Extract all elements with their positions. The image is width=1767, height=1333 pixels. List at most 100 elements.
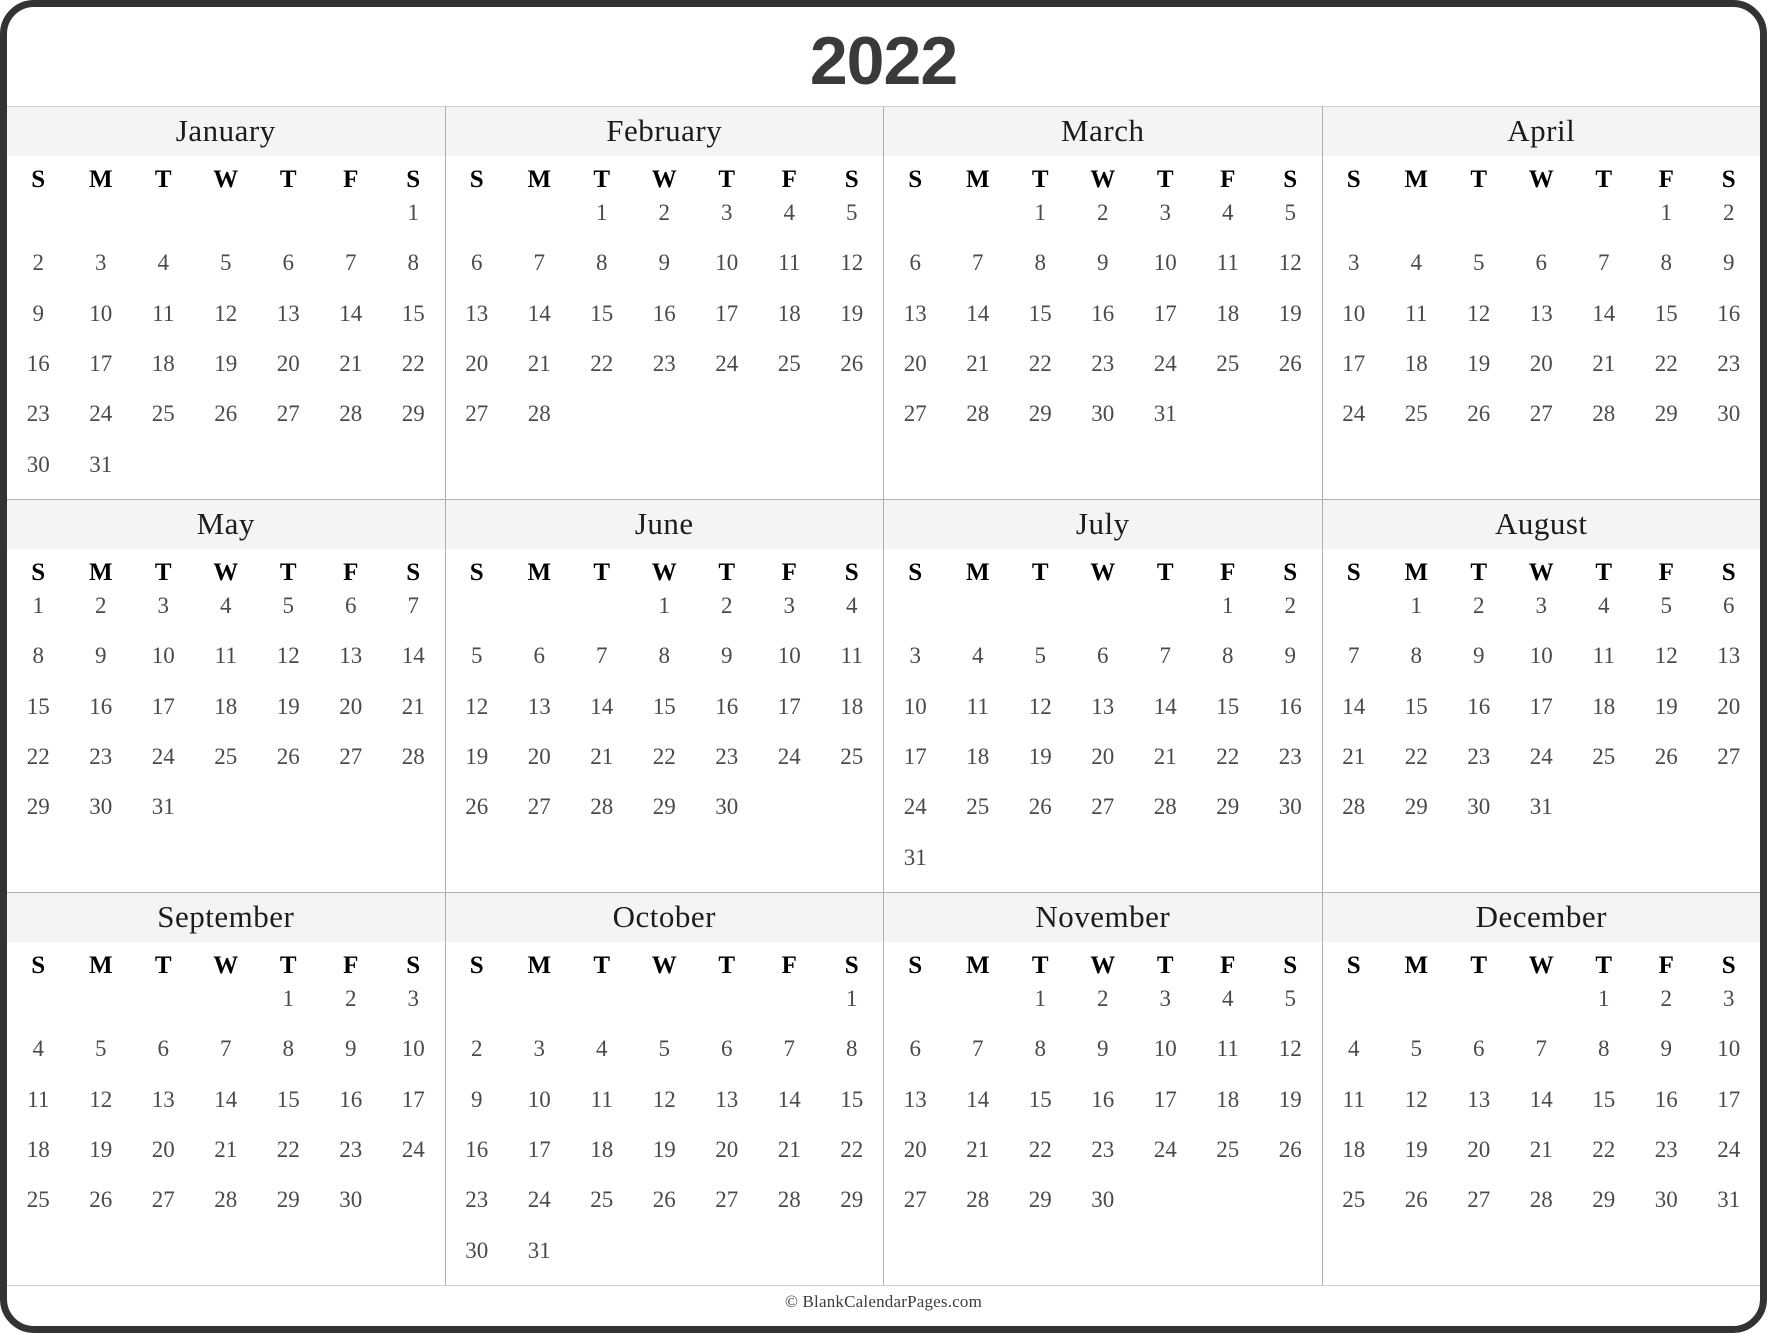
day-cell[interactable]: 4 (195, 590, 258, 640)
day-cell[interactable]: 30 (1698, 398, 1761, 448)
day-cell[interactable]: 12 (1259, 1033, 1322, 1083)
day-cell[interactable]: 11 (1385, 298, 1448, 348)
day-cell[interactable]: 18 (195, 691, 258, 741)
day-cell[interactable]: 27 (508, 791, 571, 841)
day-cell[interactable]: 2 (1448, 590, 1511, 640)
day-cell[interactable]: 7 (320, 247, 383, 297)
day-cell[interactable]: 2 (446, 1033, 509, 1083)
day-cell[interactable]: 22 (257, 1134, 320, 1184)
day-cell[interactable]: 31 (508, 1235, 571, 1285)
day-cell[interactable]: 15 (1635, 298, 1698, 348)
day-cell[interactable]: 2 (70, 590, 133, 640)
day-cell[interactable]: 26 (70, 1184, 133, 1234)
day-cell[interactable]: 16 (1072, 1084, 1135, 1134)
day-cell[interactable]: 2 (1635, 983, 1698, 1033)
day-cell[interactable]: 31 (1510, 791, 1573, 841)
day-cell[interactable]: 14 (508, 298, 571, 348)
day-cell[interactable]: 20 (1448, 1134, 1511, 1184)
day-cell[interactable]: 18 (821, 691, 884, 741)
day-cell[interactable]: 15 (1009, 1084, 1072, 1134)
day-cell[interactable]: 23 (1698, 348, 1761, 398)
day-cell[interactable]: 13 (1072, 691, 1135, 741)
day-cell[interactable]: 1 (1573, 983, 1636, 1033)
day-cell[interactable]: 7 (1323, 640, 1386, 690)
day-cell[interactable]: 28 (1573, 398, 1636, 448)
day-cell[interactable]: 15 (1009, 298, 1072, 348)
day-cell[interactable]: 10 (1134, 1033, 1197, 1083)
day-cell[interactable]: 12 (446, 691, 509, 741)
day-cell[interactable]: 2 (1259, 590, 1322, 640)
day-cell[interactable]: 8 (633, 640, 696, 690)
day-cell[interactable]: 24 (1134, 1134, 1197, 1184)
day-cell[interactable]: 1 (1009, 197, 1072, 247)
day-cell[interactable]: 13 (1448, 1084, 1511, 1134)
day-cell[interactable]: 12 (1259, 247, 1322, 297)
day-cell[interactable]: 17 (1510, 691, 1573, 741)
day-cell[interactable]: 29 (1573, 1184, 1636, 1234)
day-cell[interactable]: 13 (1510, 298, 1573, 348)
month-october[interactable]: October S M T W T F S 1 2 3 4 5 6 7 8 9 10 11 12 13 14 15 16 17 1… (445, 893, 884, 1285)
day-cell[interactable]: 16 (633, 298, 696, 348)
day-cell[interactable]: 5 (821, 197, 884, 247)
day-cell[interactable]: 12 (195, 298, 258, 348)
day-cell[interactable]: 22 (382, 348, 445, 398)
day-cell[interactable]: 13 (132, 1084, 195, 1134)
day-cell[interactable]: 13 (320, 640, 383, 690)
day-cell[interactable]: 11 (571, 1084, 634, 1134)
day-cell[interactable]: 23 (446, 1184, 509, 1234)
day-cell[interactable]: 4 (1385, 247, 1448, 297)
day-cell[interactable]: 3 (132, 590, 195, 640)
day-cell[interactable]: 14 (320, 298, 383, 348)
day-cell[interactable]: 29 (257, 1184, 320, 1234)
day-cell[interactable]: 14 (758, 1084, 821, 1134)
day-cell[interactable]: 5 (446, 640, 509, 690)
day-cell[interactable]: 3 (1134, 197, 1197, 247)
day-cell[interactable]: 8 (1635, 247, 1698, 297)
day-cell[interactable]: 5 (1385, 1033, 1448, 1083)
day-cell[interactable]: 23 (1072, 1134, 1135, 1184)
day-cell[interactable]: 25 (1197, 348, 1260, 398)
day-cell[interactable]: 16 (1259, 691, 1322, 741)
day-cell[interactable]: 30 (320, 1184, 383, 1234)
day-cell[interactable]: 2 (1072, 197, 1135, 247)
month-march[interactable]: March S M T W T F S 1 2 3 4 5 6 7 8 9 10 11 12 13 14 15 16 17 18 1… (884, 107, 1323, 499)
day-cell[interactable]: 20 (884, 1134, 947, 1184)
day-cell[interactable]: 29 (1635, 398, 1698, 448)
day-cell[interactable]: 11 (758, 247, 821, 297)
day-cell[interactable]: 9 (1698, 247, 1761, 297)
day-cell[interactable]: 10 (1510, 640, 1573, 690)
day-cell[interactable]: 12 (1635, 640, 1698, 690)
day-cell[interactable]: 11 (947, 691, 1010, 741)
day-cell[interactable]: 8 (1573, 1033, 1636, 1083)
day-cell[interactable]: 2 (7, 247, 70, 297)
day-cell[interactable]: 3 (1510, 590, 1573, 640)
day-cell[interactable]: 7 (1510, 1033, 1573, 1083)
day-cell[interactable]: 5 (1635, 590, 1698, 640)
day-cell[interactable]: 20 (132, 1134, 195, 1184)
day-cell[interactable]: 19 (1009, 741, 1072, 791)
day-cell[interactable]: 9 (696, 640, 759, 690)
month-july[interactable]: July S M T W T F S 1 2 3 4 5 6 7 8 9 10 11 12 13 14 15 16 17 18 19… (884, 500, 1323, 892)
day-cell[interactable]: 9 (633, 247, 696, 297)
day-cell[interactable]: 26 (1259, 348, 1322, 398)
day-cell[interactable]: 22 (1635, 348, 1698, 398)
day-cell[interactable]: 24 (508, 1184, 571, 1234)
day-cell[interactable]: 20 (884, 348, 947, 398)
day-cell[interactable]: 30 (446, 1235, 509, 1285)
day-cell[interactable]: 16 (7, 348, 70, 398)
day-cell[interactable]: 4 (7, 1033, 70, 1083)
day-cell[interactable]: 17 (696, 298, 759, 348)
day-cell[interactable]: 25 (195, 741, 258, 791)
day-cell[interactable]: 31 (132, 791, 195, 841)
day-cell[interactable]: 27 (1448, 1184, 1511, 1234)
day-cell[interactable]: 21 (1573, 348, 1636, 398)
day-cell[interactable]: 9 (446, 1084, 509, 1134)
day-cell[interactable]: 17 (1323, 348, 1386, 398)
day-cell[interactable]: 29 (1009, 1184, 1072, 1234)
day-cell[interactable]: 24 (758, 741, 821, 791)
day-cell[interactable]: 29 (1009, 398, 1072, 448)
day-cell[interactable]: 6 (446, 247, 509, 297)
day-cell[interactable]: 20 (508, 741, 571, 791)
month-september[interactable]: September S M T W T F S 1 2 3 4 5 6 7 8 9 10 11 12 13 14 15 16 1… (7, 893, 446, 1285)
day-cell[interactable]: 27 (1072, 791, 1135, 841)
